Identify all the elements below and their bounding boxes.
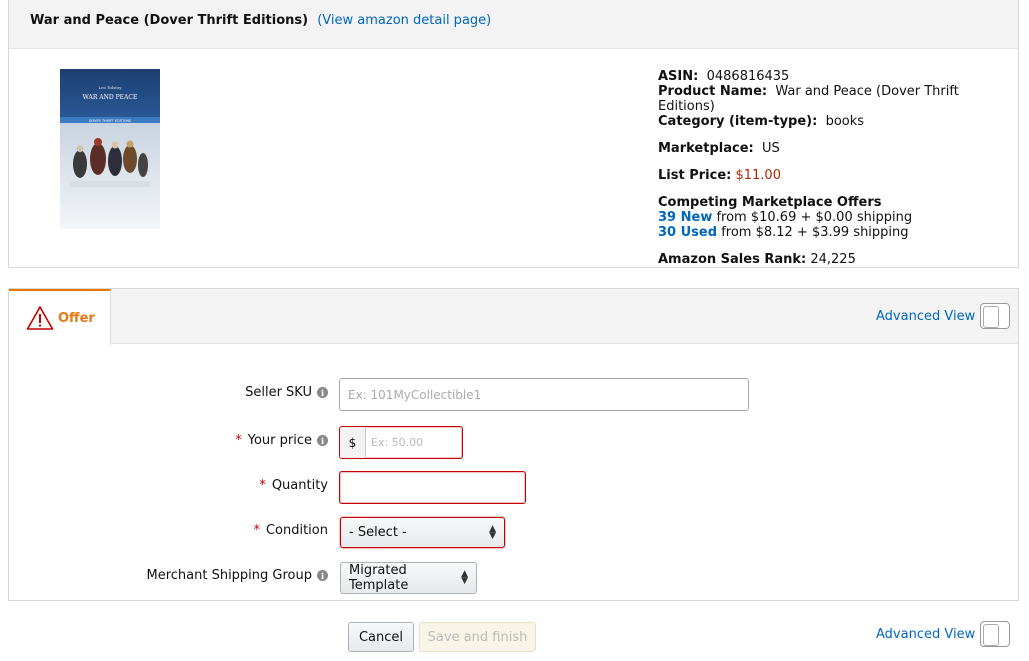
- marketplace-label: Marketplace:: [658, 141, 754, 156]
- view-detail-page-link[interactable]: (View amazon detail page): [317, 13, 491, 28]
- seller-sku-label-row: Seller SKU i: [245, 385, 328, 400]
- cover-title: WAR AND PEACE: [83, 94, 138, 101]
- seller-sku-placeholder: Ex: 101MyCollectible1: [348, 388, 481, 402]
- shipping-group-label-row: Merchant Shipping Group i: [146, 568, 328, 583]
- quantity-input[interactable]: [339, 471, 526, 504]
- advanced-view-toggle[interactable]: [980, 621, 1010, 647]
- product-title: War and Peace (Dover Thrift Editions): [30, 13, 308, 28]
- advanced-view-label[interactable]: Advanced View: [876, 309, 975, 324]
- advanced-view-top: Advanced View: [876, 303, 1010, 329]
- shipping-group-label: Merchant Shipping Group: [146, 568, 312, 583]
- condition-select[interactable]: - Select - ▲▼: [340, 517, 505, 548]
- category-label: Category (item-type):: [658, 114, 817, 129]
- info-icon[interactable]: i: [317, 387, 328, 398]
- cancel-button[interactable]: Cancel: [348, 622, 414, 652]
- cover-series: DOVER THRIFT EDITIONS: [89, 119, 131, 123]
- new-offers-link[interactable]: 39 New: [658, 210, 712, 225]
- competing-offers-label: Competing Marketplace Offers: [658, 195, 1018, 210]
- product-name-label: Product Name:: [658, 84, 767, 99]
- sales-rank-label: Amazon Sales Rank:: [658, 252, 806, 267]
- offer-form-panel: Offer Advanced View Seller SKU i Ex: 101…: [8, 288, 1019, 601]
- asin-label: ASIN:: [658, 69, 698, 84]
- advanced-view-toggle[interactable]: [980, 303, 1010, 329]
- advanced-view-label[interactable]: Advanced View: [876, 627, 975, 642]
- used-offers-text: from $8.12 + $3.99 shipping: [721, 225, 908, 240]
- tab-offer-label: Offer: [58, 311, 95, 326]
- advanced-view-bottom: Advanced View: [876, 621, 1010, 647]
- select-arrows-icon: ▲▼: [489, 526, 496, 540]
- sales-rank-value: 24,225: [810, 252, 856, 267]
- info-icon[interactable]: i: [317, 570, 328, 581]
- price-input[interactable]: $ Ex: 50.00: [339, 426, 463, 459]
- product-title-bar: War and Peace (Dover Thrift Editions) (V…: [9, 0, 1018, 49]
- book-cover-image: Leo Tolstoy WAR AND PEACE DOVER THRIFT E…: [60, 69, 160, 229]
- marketplace-value: US: [762, 141, 780, 156]
- price-placeholder: Ex: 50.00: [366, 427, 462, 458]
- category-value: books: [826, 114, 864, 129]
- price-label-row: * Your price i: [235, 433, 328, 448]
- price-label: Your price: [248, 433, 312, 448]
- required-marker: *: [235, 433, 242, 448]
- seller-sku-input[interactable]: Ex: 101MyCollectible1: [339, 378, 749, 411]
- info-icon[interactable]: i: [317, 435, 328, 446]
- required-marker: *: [259, 478, 266, 493]
- select-arrows-icon: ▲▼: [461, 571, 468, 585]
- product-details: ASIN: 0486816435 Product Name: War and P…: [658, 69, 1018, 279]
- list-price-label: List Price:: [658, 168, 731, 183]
- tab-strip: [9, 289, 1018, 344]
- currency-symbol: $: [340, 427, 366, 458]
- required-marker: *: [253, 523, 260, 538]
- shipping-group-select[interactable]: Migrated Template ▲▼: [340, 562, 477, 594]
- list-price-value: $11.00: [735, 168, 781, 183]
- save-and-finish-button[interactable]: Save and finish: [419, 622, 536, 652]
- warning-icon: [26, 305, 54, 331]
- shipping-group-value: Migrated Template: [349, 563, 461, 593]
- condition-select-value: - Select -: [349, 525, 407, 540]
- cover-author: Leo Tolstoy: [98, 85, 122, 90]
- new-offers-text: from $10.69 + $0.00 shipping: [716, 210, 912, 225]
- condition-label: Condition: [266, 523, 328, 538]
- product-summary-panel: War and Peace (Dover Thrift Editions) (V…: [8, 0, 1019, 268]
- used-offers-link[interactable]: 30 Used: [658, 225, 717, 240]
- book-cover-art: Leo Tolstoy WAR AND PEACE DOVER THRIFT E…: [60, 69, 160, 229]
- quantity-label: Quantity: [272, 478, 328, 493]
- condition-label-row: * Condition: [253, 523, 328, 538]
- quantity-label-row: * Quantity: [259, 478, 328, 493]
- asin-value: 0486816435: [707, 69, 790, 84]
- tab-offer[interactable]: Offer: [9, 289, 111, 345]
- seller-sku-label: Seller SKU: [245, 385, 312, 400]
